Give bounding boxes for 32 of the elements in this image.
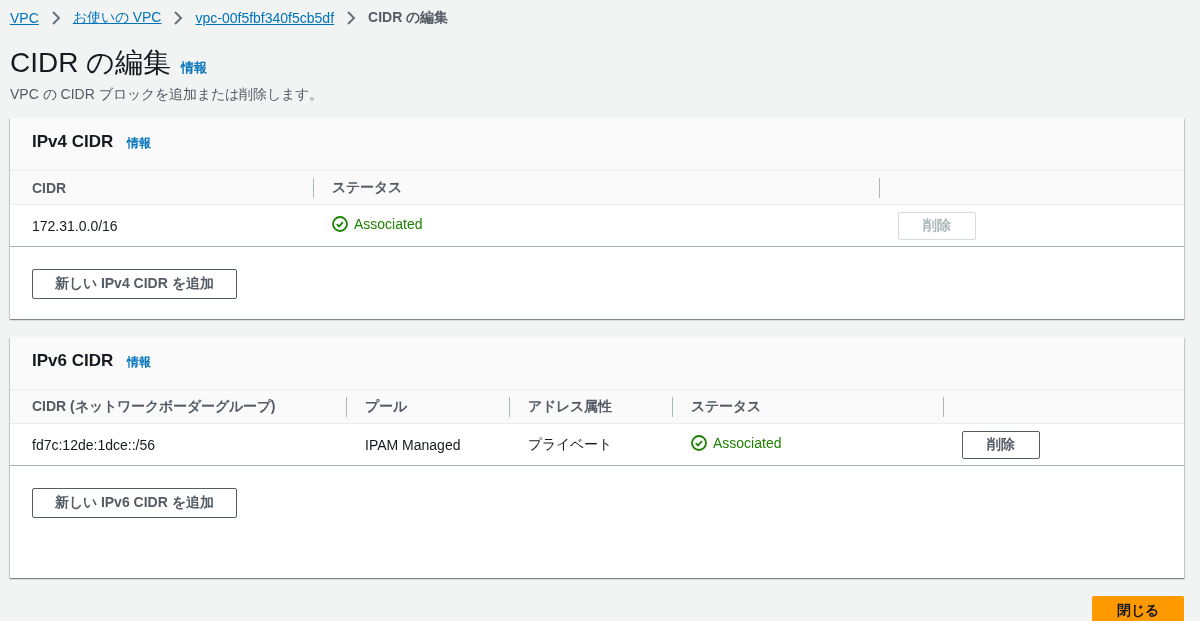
table-cell: プライベート (528, 435, 612, 452)
table-cell: IPAM Managed (365, 436, 461, 453)
check-circle-icon (332, 216, 348, 232)
status-text: Associated (713, 435, 782, 451)
panel-title: IPv4 CIDR (32, 132, 114, 152)
breadcrumb-current: CIDR の編集 (368, 9, 449, 27)
table-cell: 172.31.0.0/16 (32, 217, 118, 234)
add-cidr-button[interactable]: 新しい IPv6 CIDR を追加 (32, 488, 237, 518)
chevron-right-icon (50, 11, 61, 25)
column-header: CIDR (32, 179, 67, 196)
close-button[interactable]: 閉じる (1092, 596, 1184, 621)
column-header: ステータス (332, 178, 402, 197)
column-header: ステータス (691, 397, 761, 416)
panel-title: IPv6 CIDR (32, 351, 114, 371)
breadcrumb-link[interactable]: vpc-00f5fbf340f5cb5df (195, 10, 335, 26)
check-circle-icon (691, 435, 707, 451)
info-link[interactable]: 情報 (127, 354, 152, 371)
delete-button[interactable]: 削除 (962, 430, 1040, 459)
breadcrumb-link[interactable]: お使いの VPC (72, 9, 162, 27)
chevron-right-icon (346, 11, 357, 25)
table-cell: fd7c:12de:1dce::/56 (32, 436, 155, 453)
column-header: アドレス属性 (528, 397, 612, 416)
add-cidr-button[interactable]: 新しい IPv4 CIDR を追加 (32, 269, 237, 299)
breadcrumb-link[interactable]: VPC (10, 10, 39, 26)
page-title: CIDR の編集 (10, 46, 172, 80)
page-description: VPC の CIDR ブロックを追加または削除します。 (10, 86, 324, 104)
status-text: Associated (354, 216, 423, 232)
info-link[interactable]: 情報 (127, 135, 152, 152)
info-link[interactable]: 情報 (181, 59, 208, 77)
chevron-right-icon (173, 11, 184, 25)
column-header: CIDR (ネットワークボーダーグループ) (32, 397, 276, 416)
column-header: プール (365, 397, 407, 416)
